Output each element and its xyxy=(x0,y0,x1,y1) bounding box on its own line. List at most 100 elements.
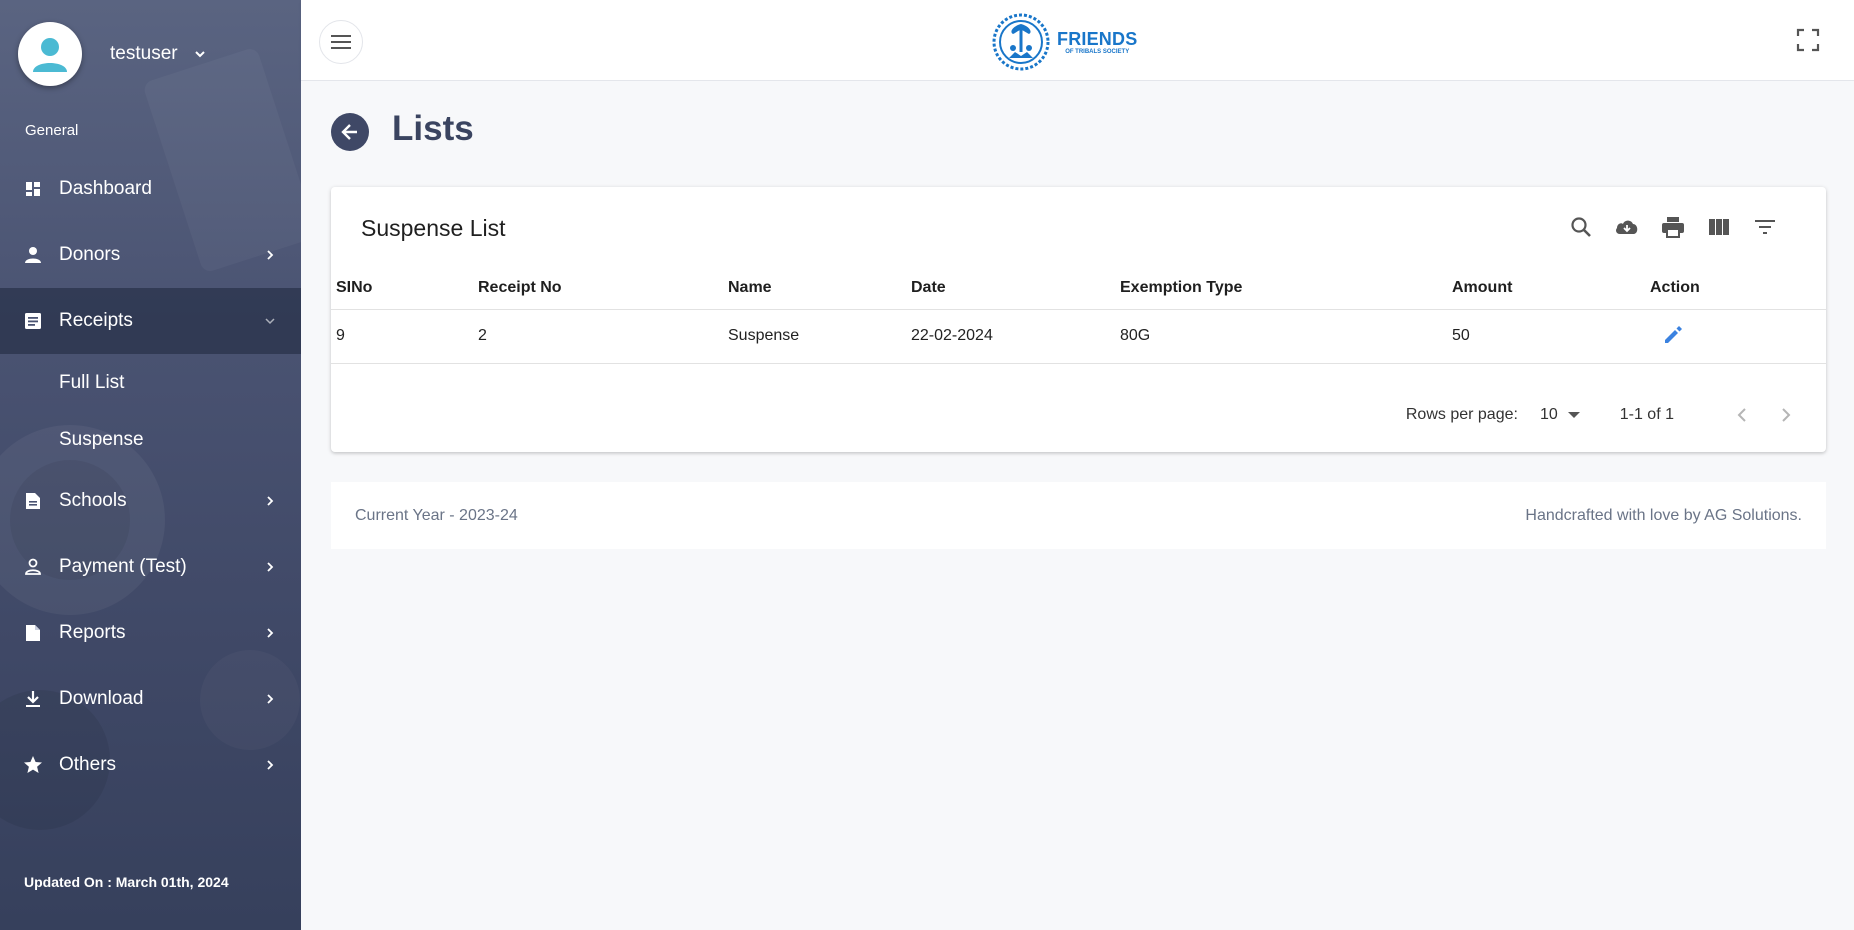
sidebar-item-reports[interactable]: Reports xyxy=(0,600,301,666)
app-window: testuser General Dashboard Donors Receip… xyxy=(0,0,1854,930)
sidebar-item-receipts[interactable]: Receipts xyxy=(0,288,301,354)
person-outline-icon xyxy=(23,557,43,577)
rows-per-page-label: Rows per page: xyxy=(1405,406,1518,423)
user-avatar-icon xyxy=(33,38,67,72)
dashboard-icon xyxy=(23,179,43,199)
pagination-range: 1-1 of 1 xyxy=(1619,406,1674,423)
cell-exemption-type: 80G xyxy=(1120,309,1452,364)
main-content: Lists Suspense List SINo Receipt No Name… xyxy=(301,81,1854,930)
filter-button[interactable] xyxy=(1742,211,1788,243)
filter-icon xyxy=(1755,220,1775,234)
menu-toggle-button[interactable] xyxy=(319,20,363,64)
column-header-name[interactable]: Name xyxy=(728,267,911,310)
table-row: 9 2 Suspense 22-02-2024 80G 50 xyxy=(331,309,1826,364)
sidebar-item-label: Donors xyxy=(59,244,121,265)
sidebar: testuser General Dashboard Donors Receip… xyxy=(0,0,301,930)
page-title: Lists xyxy=(392,109,474,148)
view-columns-button[interactable] xyxy=(1696,211,1742,243)
search-button[interactable] xyxy=(1558,211,1604,243)
person-icon xyxy=(23,245,43,265)
previous-page-button[interactable] xyxy=(1730,403,1754,427)
fullscreen-icon[interactable] xyxy=(1796,28,1820,52)
sidebar-section-label: General xyxy=(25,122,79,139)
footer: Current Year - 2023-24 Handcrafted with … xyxy=(331,482,1826,549)
updated-on-text: Updated On : March 01th, 2024 xyxy=(24,874,229,890)
logo-subtitle: OF TRIBALS SOCIETY xyxy=(1065,48,1130,55)
chevron-right-icon xyxy=(267,760,274,770)
footer-current-year: Current Year - 2023-24 xyxy=(355,506,518,524)
cell-name: Suspense xyxy=(728,309,911,364)
chevron-right-icon xyxy=(267,562,274,572)
sidebar-item-schools[interactable]: Schools xyxy=(0,468,301,534)
card-title: Suspense List xyxy=(361,215,506,241)
user-menu[interactable]: testuser xyxy=(18,22,208,86)
print-icon xyxy=(1662,217,1684,238)
edit-button[interactable] xyxy=(1660,322,1686,348)
suspense-table: SINo Receipt No Name Date Exemption Type… xyxy=(331,267,1826,364)
document-icon xyxy=(23,491,43,511)
arrow-left-icon xyxy=(341,124,357,140)
sidebar-item-dashboard[interactable]: Dashboard xyxy=(0,156,301,222)
chevron-down-icon[interactable] xyxy=(192,46,208,62)
next-page-button[interactable] xyxy=(1774,403,1798,427)
sidebar-item-label: Others xyxy=(59,754,117,775)
print-button[interactable] xyxy=(1650,211,1696,243)
chevron-right-icon xyxy=(267,250,274,260)
sidebar-item-donors[interactable]: Donors xyxy=(0,222,301,288)
column-header-amount[interactable]: Amount xyxy=(1452,267,1650,310)
chevron-right-icon xyxy=(267,496,274,506)
back-button[interactable] xyxy=(331,113,369,151)
sidebar-item-label: Download xyxy=(59,688,144,709)
cloud-download-icon xyxy=(1616,220,1638,234)
sidebar-subitem-full-list[interactable]: Full List xyxy=(0,354,301,411)
footer-credit: Handcrafted with love by AG Solutions. xyxy=(1525,506,1802,524)
sidebar-item-label: Receipts xyxy=(59,310,133,331)
suspense-list-card: Suspense List SINo Receipt No Name Date … xyxy=(331,187,1826,452)
chevron-right-icon xyxy=(1782,408,1791,422)
logo-title: FRIENDS xyxy=(1057,28,1138,49)
username: testuser xyxy=(110,43,178,64)
cell-sino: 9 xyxy=(331,309,478,364)
sidebar-item-label: Dashboard xyxy=(59,178,152,199)
logo: FRIENDS OF TRIBALS SOCIETY xyxy=(991,12,1137,72)
download-icon xyxy=(23,689,43,709)
file-icon xyxy=(23,623,43,643)
sidebar-item-label: Schools xyxy=(59,490,127,511)
view-columns-icon xyxy=(1709,219,1729,235)
chevron-down-icon xyxy=(265,318,275,325)
column-header-exemption-type[interactable]: Exemption Type xyxy=(1120,267,1452,310)
society-emblem-icon xyxy=(992,13,1050,71)
star-icon xyxy=(23,755,43,775)
receipt-icon xyxy=(23,311,43,331)
sidebar-item-label: Payment (Test) xyxy=(59,556,187,577)
column-header-action: Action xyxy=(1650,267,1826,310)
column-header-sino[interactable]: SINo xyxy=(331,267,478,310)
pagination: Rows per page: 10 1-1 of 1 xyxy=(1406,403,1798,427)
rows-per-page-select[interactable]: 10 xyxy=(1540,406,1580,424)
cell-amount: 50 xyxy=(1452,309,1650,364)
chevron-right-icon xyxy=(267,628,274,638)
column-header-receipt-no[interactable]: Receipt No xyxy=(478,267,728,310)
sidebar-item-payment[interactable]: Payment (Test) xyxy=(0,534,301,600)
cell-date: 22-02-2024 xyxy=(911,309,1120,364)
table-toolbar xyxy=(1558,211,1788,243)
pencil-icon xyxy=(1665,325,1682,343)
download-csv-button[interactable] xyxy=(1604,211,1650,243)
column-header-date[interactable]: Date xyxy=(911,267,1120,310)
chevron-right-icon xyxy=(267,694,274,704)
hamburger-icon xyxy=(331,35,351,49)
cell-receipt-no: 2 xyxy=(478,309,728,364)
sidebar-subitem-suspense[interactable]: Suspense xyxy=(0,411,301,468)
chevron-left-icon xyxy=(1737,408,1746,422)
caret-down-icon xyxy=(1567,412,1580,418)
avatar xyxy=(18,22,82,86)
sidebar-item-others[interactable]: Others xyxy=(0,732,301,798)
sidebar-item-label: Reports xyxy=(59,622,126,643)
cell-action xyxy=(1650,309,1826,364)
table-header-row: SINo Receipt No Name Date Exemption Type… xyxy=(331,267,1826,310)
top-bar: FRIENDS OF TRIBALS SOCIETY xyxy=(301,0,1854,81)
logo-text: FRIENDS OF TRIBALS SOCIETY xyxy=(1057,30,1137,55)
sidebar-nav: Dashboard Donors Receipts Full List Susp… xyxy=(0,156,301,798)
sidebar-item-download[interactable]: Download xyxy=(0,666,301,732)
search-icon xyxy=(1571,217,1591,237)
